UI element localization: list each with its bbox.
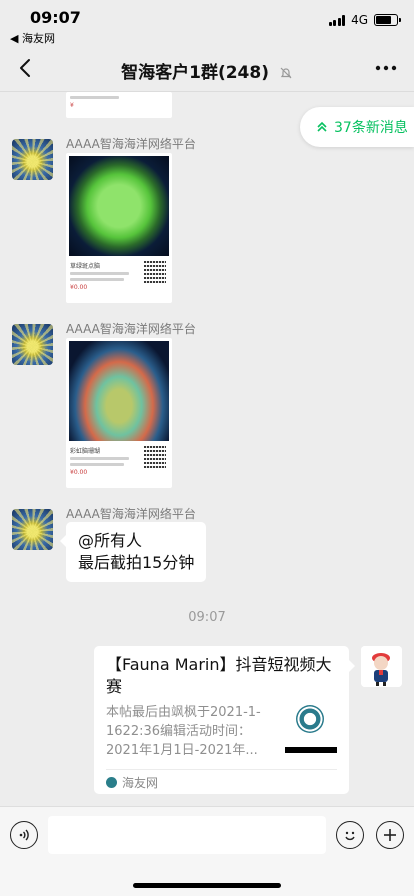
sender-name: AAAA智海海洋网络平台 <box>66 507 196 521</box>
message-input[interactable] <box>48 816 326 854</box>
message-line-1: @所有人 <box>78 531 143 550</box>
source-logo-icon <box>106 777 117 788</box>
card-price: ¥0.00 <box>70 284 88 291</box>
chat-title-text: 智海客户1群(248) <box>121 63 269 83</box>
image-card-message[interactable]: 彩虹脑珊瑚 ¥0.00 <box>66 338 172 488</box>
back-to-app-link[interactable]: ◀ 海友网 <box>10 30 55 46</box>
voice-icon <box>19 829 29 841</box>
sender-avatar[interactable] <box>12 509 53 550</box>
emoji-icon <box>345 831 355 841</box>
plus-icon <box>384 829 396 841</box>
more-functions-button[interactable] <box>376 821 404 849</box>
status-time: 09:07 <box>30 8 81 27</box>
link-card-message[interactable]: 【Fauna Marin】抖音短视频大赛 本帖最后由飒枫于2021-1-1622… <box>94 646 355 794</box>
link-card-title: 【Fauna Marin】抖音短视频大赛 <box>106 655 332 696</box>
coral-photo <box>69 156 169 256</box>
new-messages-button[interactable]: 37条新消息 <box>300 107 414 147</box>
cartoon-avatar-icon <box>361 646 402 687</box>
qr-code-icon <box>144 261 166 283</box>
voice-input-button[interactable] <box>10 821 38 849</box>
network-type: 4G <box>351 13 368 27</box>
mute-bell-icon <box>280 67 292 79</box>
qr-code-icon <box>144 446 166 468</box>
status-bar: 09:07 ◀ 海友网 4G <box>0 0 414 46</box>
home-indicator[interactable] <box>133 883 281 888</box>
sender-name: AAAA智海海洋网络平台 <box>66 137 196 151</box>
link-card-source: 海友网 <box>106 774 158 791</box>
sender-avatar[interactable] <box>12 324 53 365</box>
image-card-message[interactable]: 草绿斑点脑 ¥0.00 <box>66 153 172 303</box>
status-indicators: 4G <box>328 13 401 27</box>
sender-name: AAAA智海海洋网络平台 <box>66 322 196 336</box>
text-message-bubble[interactable]: @所有人 最后截拍15分钟 <box>59 522 207 582</box>
previous-image-card[interactable]: ¥ <box>66 92 172 118</box>
sender-avatar[interactable] <box>12 139 53 180</box>
more-options-icon[interactable] <box>374 58 398 78</box>
fauna-marin-logo-icon <box>296 705 324 733</box>
new-messages-label: 37条新消息 <box>334 120 408 136</box>
emoji-button[interactable] <box>336 821 364 849</box>
chat-header: 智海客户1群(248) <box>0 46 414 92</box>
message-line-2: 最后截拍15分钟 <box>78 553 195 572</box>
signal-icon <box>328 14 346 26</box>
battery-icon <box>374 14 401 26</box>
card-price: ¥0.00 <box>70 469 88 476</box>
time-divider: 09:07 <box>188 610 226 625</box>
coral-photo <box>69 341 169 441</box>
link-source-name: 海友网 <box>122 776 159 790</box>
my-avatar[interactable] <box>361 646 402 687</box>
chat-title: 智海客户1群(248) <box>0 58 414 83</box>
link-card-thumbnail <box>285 701 337 753</box>
link-card-description: 本帖最后由飒枫于2021-1-1622:36编辑活动时间：2021年1月1日-2… <box>106 705 261 758</box>
double-chevron-up-icon <box>317 121 327 132</box>
previous-card-price: ¥ <box>70 102 74 109</box>
